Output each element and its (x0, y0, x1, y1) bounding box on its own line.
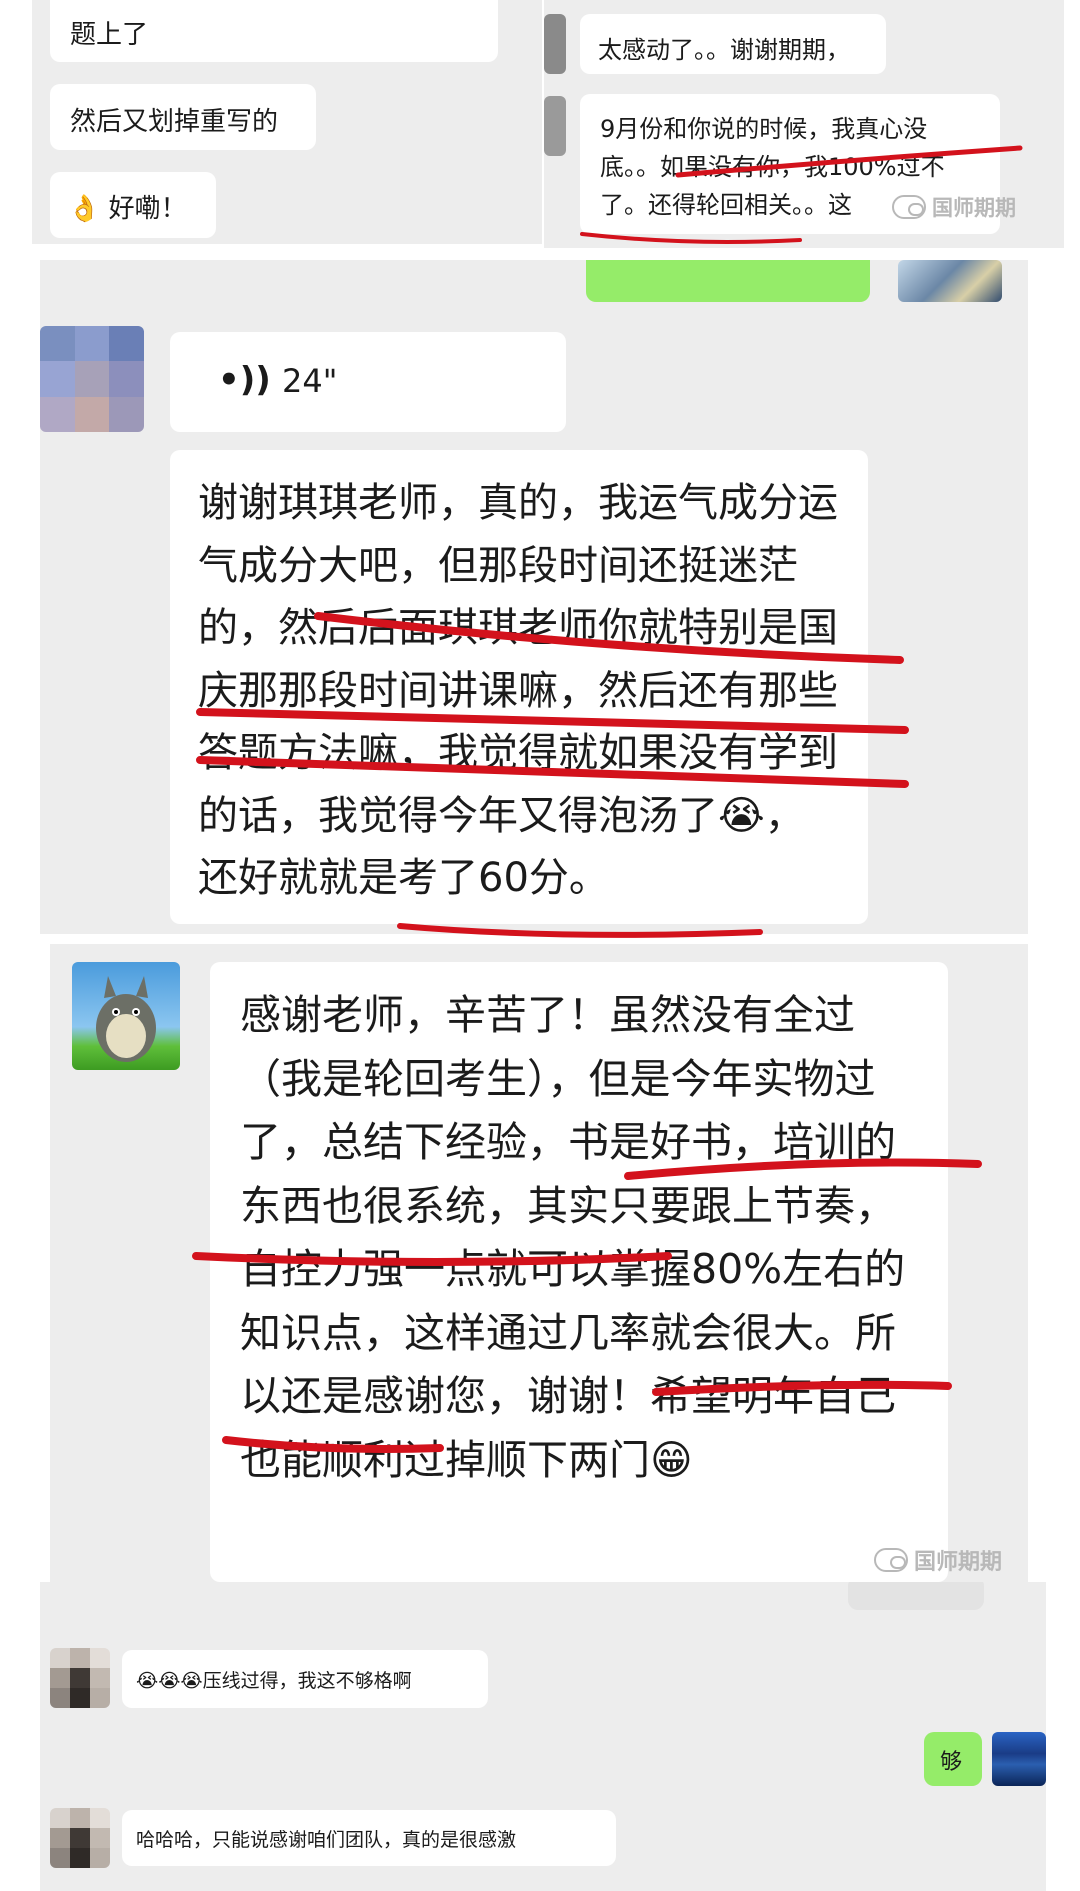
red-underline-annotations (192, 145, 1023, 1453)
